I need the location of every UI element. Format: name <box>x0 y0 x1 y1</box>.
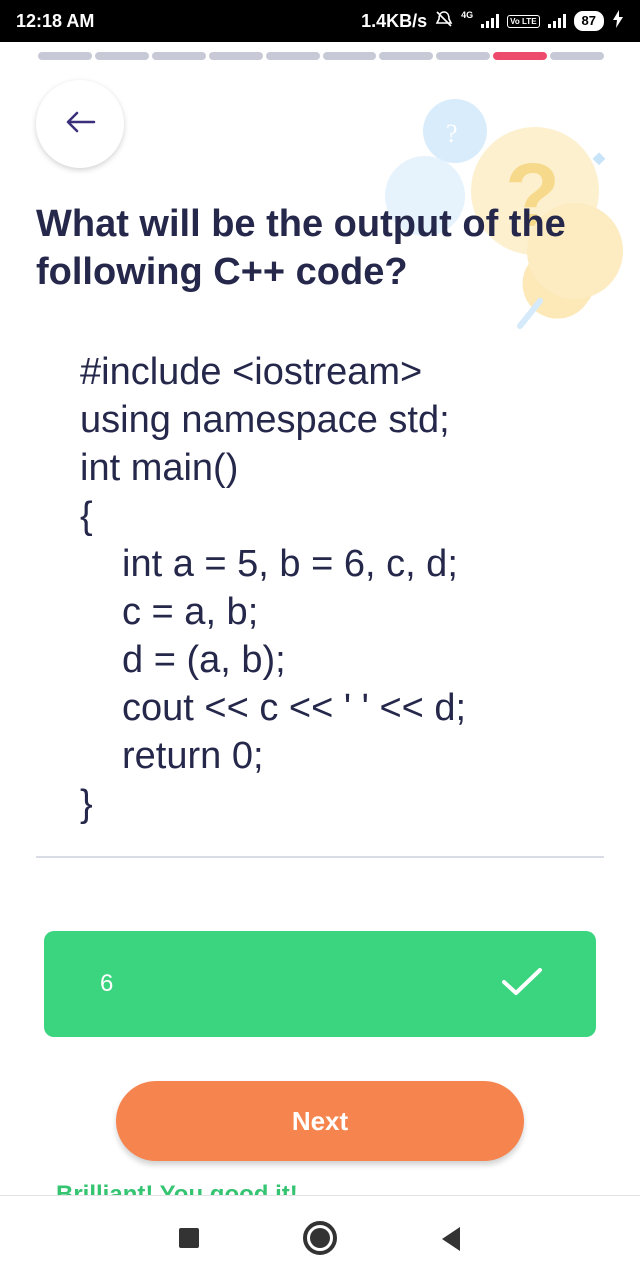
feedback-message: Brilliant! You good it! <box>56 1181 298 1195</box>
divider <box>36 856 604 858</box>
status-indicators: 1.4KB/s 4G Vo LTE 87 <box>361 9 624 33</box>
progress-segment <box>379 52 434 60</box>
progress-segment <box>436 52 491 60</box>
back-button[interactable] <box>36 80 124 168</box>
code-snippet: #include <iostream> using namespace std; i… <box>80 348 600 828</box>
code-line: #include <iostream> <box>80 351 423 393</box>
progress-segment <box>493 52 548 60</box>
progress-segment <box>38 52 92 60</box>
arrow-left-icon <box>64 110 96 139</box>
volte-icon: Vo LTE <box>507 14 540 28</box>
signal-icon <box>481 14 500 28</box>
battery-icon: 87 <box>573 11 604 31</box>
progress-segment <box>208 52 263 60</box>
progress-segment <box>151 52 206 60</box>
status-time: 12:18 AM <box>16 10 95 31</box>
net-speed: 1.4KB/s <box>361 10 428 31</box>
home-icon[interactable] <box>303 1221 337 1255</box>
answer-option-correct[interactable]: 6 <box>44 931 596 1037</box>
question-title: What will be the output of the following… <box>36 203 566 293</box>
code-line: cout << c << ' ' << d; <box>122 687 467 729</box>
charging-icon <box>612 9 624 33</box>
battery-level: 87 <box>581 13 596 28</box>
network-label: 4G <box>461 9 474 20</box>
code-line: { <box>80 495 93 537</box>
progress-segment <box>550 52 605 60</box>
progress-segment <box>322 52 377 60</box>
svg-text:?: ? <box>446 119 458 148</box>
alarm-off-icon <box>435 10 453 33</box>
progress-segment <box>265 52 320 60</box>
nav-back-icon[interactable] <box>440 1226 462 1257</box>
progress-segment <box>94 52 149 60</box>
code-line: c = a, b; <box>122 591 259 633</box>
system-nav-bar <box>0 1195 640 1281</box>
lesson-progress-bar <box>38 52 605 60</box>
code-line: } <box>80 783 93 825</box>
code-line: return 0; <box>122 735 264 777</box>
code-line: d = (a, b); <box>122 639 286 681</box>
signal-icon-2 <box>547 14 566 28</box>
code-line: int a = 5, b = 6, c, d; <box>122 543 458 585</box>
answer-text: 6 <box>100 970 114 997</box>
checkmark-icon <box>500 966 544 1003</box>
status-bar: 12:18 AM 1.4KB/s 4G Vo LTE 87 <box>0 0 640 42</box>
code-line: int main() <box>80 447 239 489</box>
code-line: using namespace std; <box>80 399 450 441</box>
recent-apps-icon[interactable] <box>179 1228 199 1248</box>
next-button[interactable]: Next <box>116 1081 524 1161</box>
